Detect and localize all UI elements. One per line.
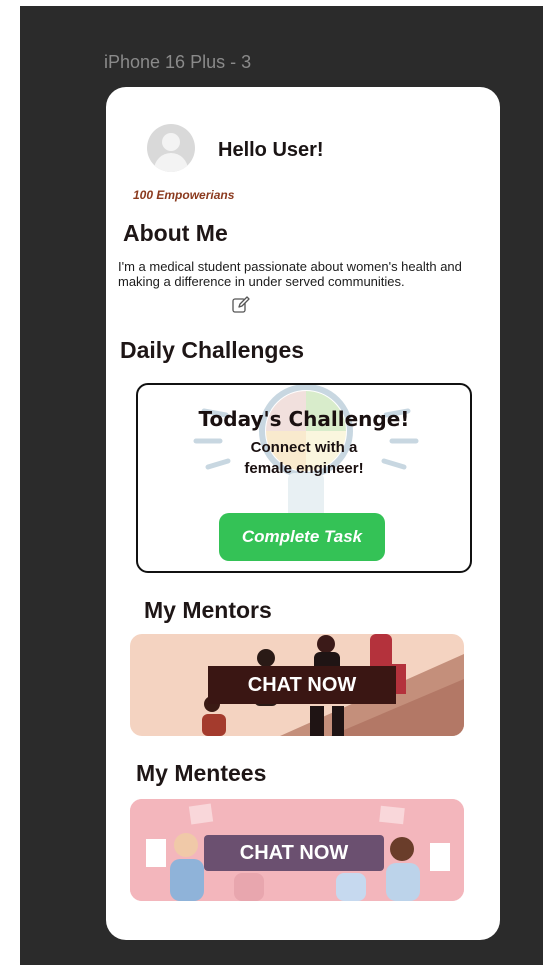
greeting-text: Hello User!: [218, 139, 324, 161]
avatar[interactable]: [147, 124, 195, 172]
mentees-chat-now-button[interactable]: CHAT NOW: [204, 835, 384, 871]
avatar-body-shape: [154, 153, 188, 172]
challenge-card: Today's Challenge! Connect with a female…: [136, 383, 472, 573]
frame-label: iPhone 16 Plus - 3: [104, 52, 252, 72]
phone-screen: Hello User! 100 Empowerians About Me I'm…: [106, 87, 500, 940]
avatar-head-shape: [162, 133, 180, 151]
challenge-title: Today's Challenge!: [198, 407, 410, 431]
my-mentees-title: My Mentees: [136, 760, 267, 786]
mentors-chat-now-button[interactable]: CHAT NOW: [208, 666, 396, 704]
points-badge: 100 Empowerians: [133, 188, 235, 202]
mentees-banner[interactable]: CHAT NOW: [130, 799, 464, 901]
edit-icon[interactable]: [231, 295, 251, 315]
my-mentors-title: My Mentors: [144, 597, 272, 623]
about-text: I'm a medical student passionate about w…: [118, 259, 462, 289]
daily-challenges-title: Daily Challenges: [120, 337, 305, 363]
about-title: About Me: [123, 220, 228, 246]
mentors-banner[interactable]: CHAT NOW: [130, 634, 464, 736]
challenge-description: Connect with a female engineer!: [244, 439, 364, 477]
complete-task-button[interactable]: Complete Task: [219, 513, 385, 561]
